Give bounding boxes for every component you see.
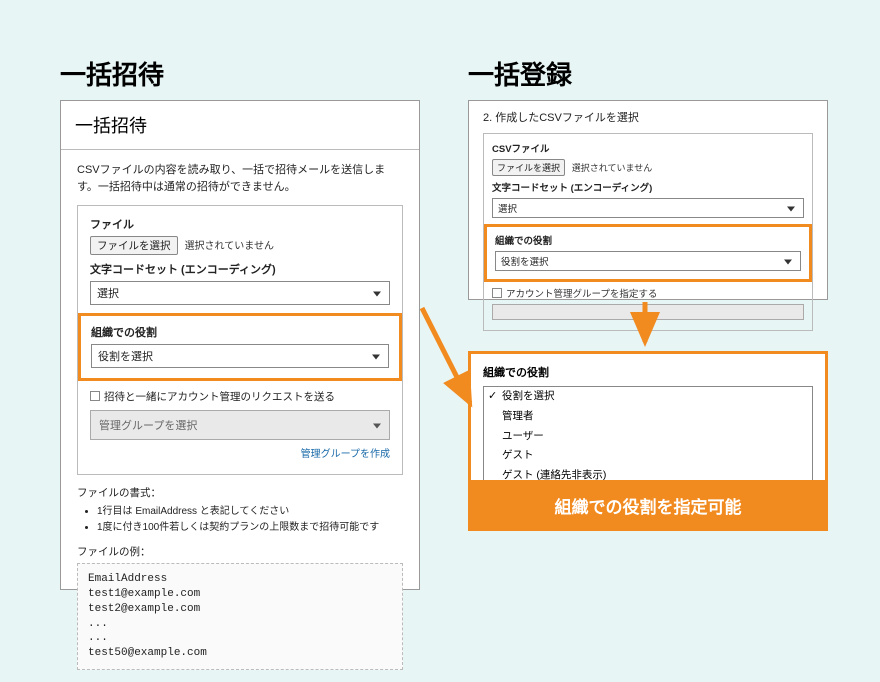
no-file-text-right: 選択されていません bbox=[572, 163, 652, 173]
request-checkbox[interactable] bbox=[90, 391, 100, 401]
role-section-highlight: 組織での役割 役割を選択 bbox=[78, 313, 402, 381]
group-select[interactable]: 管理グループを選択 bbox=[90, 410, 390, 440]
dropdown-option[interactable]: 管理者 bbox=[484, 407, 812, 427]
create-group-link[interactable]: 管理グループを作成 bbox=[90, 445, 390, 460]
bullet-item: 1行目は EmailAddress と表記してください bbox=[97, 504, 403, 520]
file-format-label: ファイルの書式： bbox=[77, 485, 403, 500]
file-select-button[interactable]: ファイルを選択 bbox=[90, 236, 178, 255]
group-checkbox-row: アカウント管理グループを指定する bbox=[492, 286, 804, 300]
group-checkbox-label: アカウント管理グループを指定する bbox=[506, 289, 657, 300]
encoding-select-value-right: 選択 bbox=[498, 204, 517, 215]
request-checkbox-row: 招待と一緒にアカウント管理のリクエストを送る bbox=[90, 389, 390, 404]
no-file-text: 選択されていません bbox=[185, 241, 274, 252]
role-section-highlight-right: 組織での役割 役割を選択 bbox=[484, 224, 812, 282]
file-example-label: ファイルの例： bbox=[77, 544, 403, 559]
role-select[interactable]: 役割を選択 bbox=[91, 344, 389, 368]
form-section: ファイル ファイルを選択 選択されていません 文字コードセット (エンコーディン… bbox=[77, 205, 403, 475]
panel-body-right: 2. 作成したCSVファイルを選択 CSVファイル ファイルを選択 選択されてい… bbox=[469, 101, 827, 343]
role-label-right: 組織での役割 bbox=[495, 233, 801, 247]
bulk-invite-panel: 一括招待 CSVファイルの内容を読み取り、一括で招待メールを送信します。一括招待… bbox=[60, 100, 420, 590]
form-section-right: CSVファイル ファイルを選択 選択されていません 文字コードセット (エンコー… bbox=[483, 133, 813, 331]
role-label: 組織での役割 bbox=[91, 324, 389, 340]
csv-example: EmailAddress test1@example.com test2@exa… bbox=[77, 563, 403, 670]
group-select-right[interactable] bbox=[492, 304, 804, 320]
bullet-item: 1度に付き100件若しくは契約プランの上限数まで招待可能です bbox=[97, 520, 403, 536]
dropdown-option[interactable]: ゲスト bbox=[484, 446, 812, 466]
group-select-placeholder: 管理グループを選択 bbox=[99, 420, 197, 432]
bulk-register-panel: 2. 作成したCSVファイルを選択 CSVファイル ファイルを選択 選択されてい… bbox=[468, 100, 828, 300]
file-select-button-right[interactable]: ファイルを選択 bbox=[492, 159, 565, 176]
role-select-value-right: 役割を選択 bbox=[501, 257, 549, 268]
dropdown-option[interactable]: ユーザー bbox=[484, 427, 812, 447]
encoding-label: 文字コードセット (エンコーディング) bbox=[90, 261, 390, 277]
panel-title: 一括招待 bbox=[61, 101, 419, 150]
heading-bulk-invite: 一括招待 bbox=[60, 55, 164, 92]
role-select-right[interactable]: 役割を選択 bbox=[495, 251, 801, 271]
encoding-select-value: 選択 bbox=[97, 288, 119, 300]
request-checkbox-label: 招待と一緒にアカウント管理のリクエストを送る bbox=[104, 391, 335, 403]
dropdown-option[interactable]: 役割を選択 bbox=[484, 387, 812, 407]
file-format-bullets: 1行目は EmailAddress と表記してください 1度に付き100件若しく… bbox=[97, 504, 403, 536]
group-checkbox[interactable] bbox=[492, 288, 502, 298]
dropdown-title: 組織での役割 bbox=[483, 364, 813, 380]
encoding-select[interactable]: 選択 bbox=[90, 281, 390, 305]
role-select-value: 役割を選択 bbox=[98, 351, 153, 363]
encoding-label-right: 文字コードセット (エンコーディング) bbox=[492, 180, 804, 194]
dropdown-list: 役割を選択 管理者 ユーザー ゲスト ゲスト (連絡先非表示) bbox=[483, 386, 813, 487]
caption-bar: 組織での役割を指定可能 bbox=[468, 480, 828, 531]
panel-description: CSVファイルの内容を読み取り、一括で招待メールを送信します。一括招待中は通常の… bbox=[77, 162, 403, 195]
panel-body: CSVファイルの内容を読み取り、一括で招待メールを送信します。一括招待中は通常の… bbox=[61, 150, 419, 682]
file-label: ファイル bbox=[90, 216, 390, 232]
encoding-select-right[interactable]: 選択 bbox=[492, 198, 804, 218]
file-label-right: CSVファイル bbox=[492, 141, 804, 155]
heading-bulk-register: 一括登録 bbox=[468, 55, 572, 92]
step-title: 2. 作成したCSVファイルを選択 bbox=[483, 109, 813, 125]
